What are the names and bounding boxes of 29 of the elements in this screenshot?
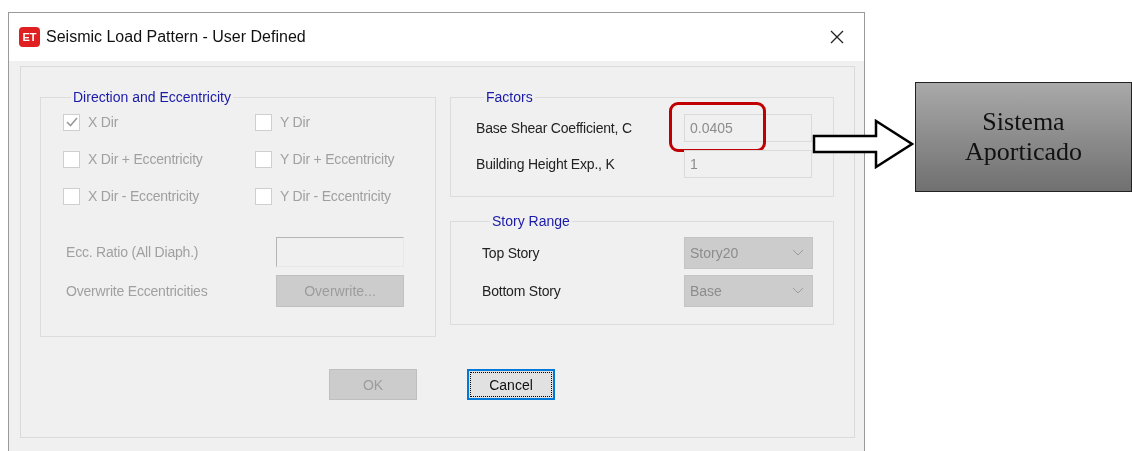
- group-title: Story Range: [491, 213, 571, 229]
- dropdown-label: Bottom Story: [482, 283, 562, 299]
- field-label: Building Height Exp., K: [476, 156, 616, 172]
- checkbox-label: X Dir - Eccentricity: [88, 188, 200, 204]
- input-field[interactable]: 0.0405: [684, 114, 812, 142]
- dropdown[interactable]: Story20: [684, 237, 813, 269]
- dropdown[interactable]: Base: [684, 275, 813, 307]
- dialog-button[interactable]: Cancel: [467, 369, 555, 400]
- checkbox-label: Y Dir - Eccentricity: [280, 188, 391, 204]
- group-title: Factors: [485, 89, 534, 105]
- checkbox-label: X Dir + Eccentricity: [88, 151, 203, 167]
- annotation-text: Sistema: [982, 107, 1065, 137]
- checkbox-label: Y Dir: [280, 114, 310, 130]
- app-logo: ET: [19, 27, 40, 47]
- checkbox-label: Y Dir + Eccentricity: [280, 151, 395, 167]
- group-title: Direction and Eccentricity: [72, 89, 232, 105]
- annotation-text: Aporticado: [965, 137, 1082, 167]
- chevron-down-icon: [792, 249, 804, 257]
- chevron-down-icon: [792, 287, 804, 295]
- checkbox-label: X Dir: [88, 114, 119, 130]
- input-field[interactable]: 1: [684, 150, 812, 178]
- field-label: Base Shear Coefficient, C: [476, 120, 633, 136]
- close-icon[interactable]: [830, 30, 844, 44]
- arrow-icon: [812, 119, 914, 169]
- field-label: Overwrite Eccentricities: [66, 283, 208, 299]
- window-title: Seismic Load Pattern - User Defined: [46, 28, 307, 46]
- field-label: Ecc. Ratio (All Diaph.): [66, 244, 199, 260]
- ecc-ratio-field[interactable]: [276, 237, 404, 267]
- dropdown-label: Top Story: [482, 245, 541, 261]
